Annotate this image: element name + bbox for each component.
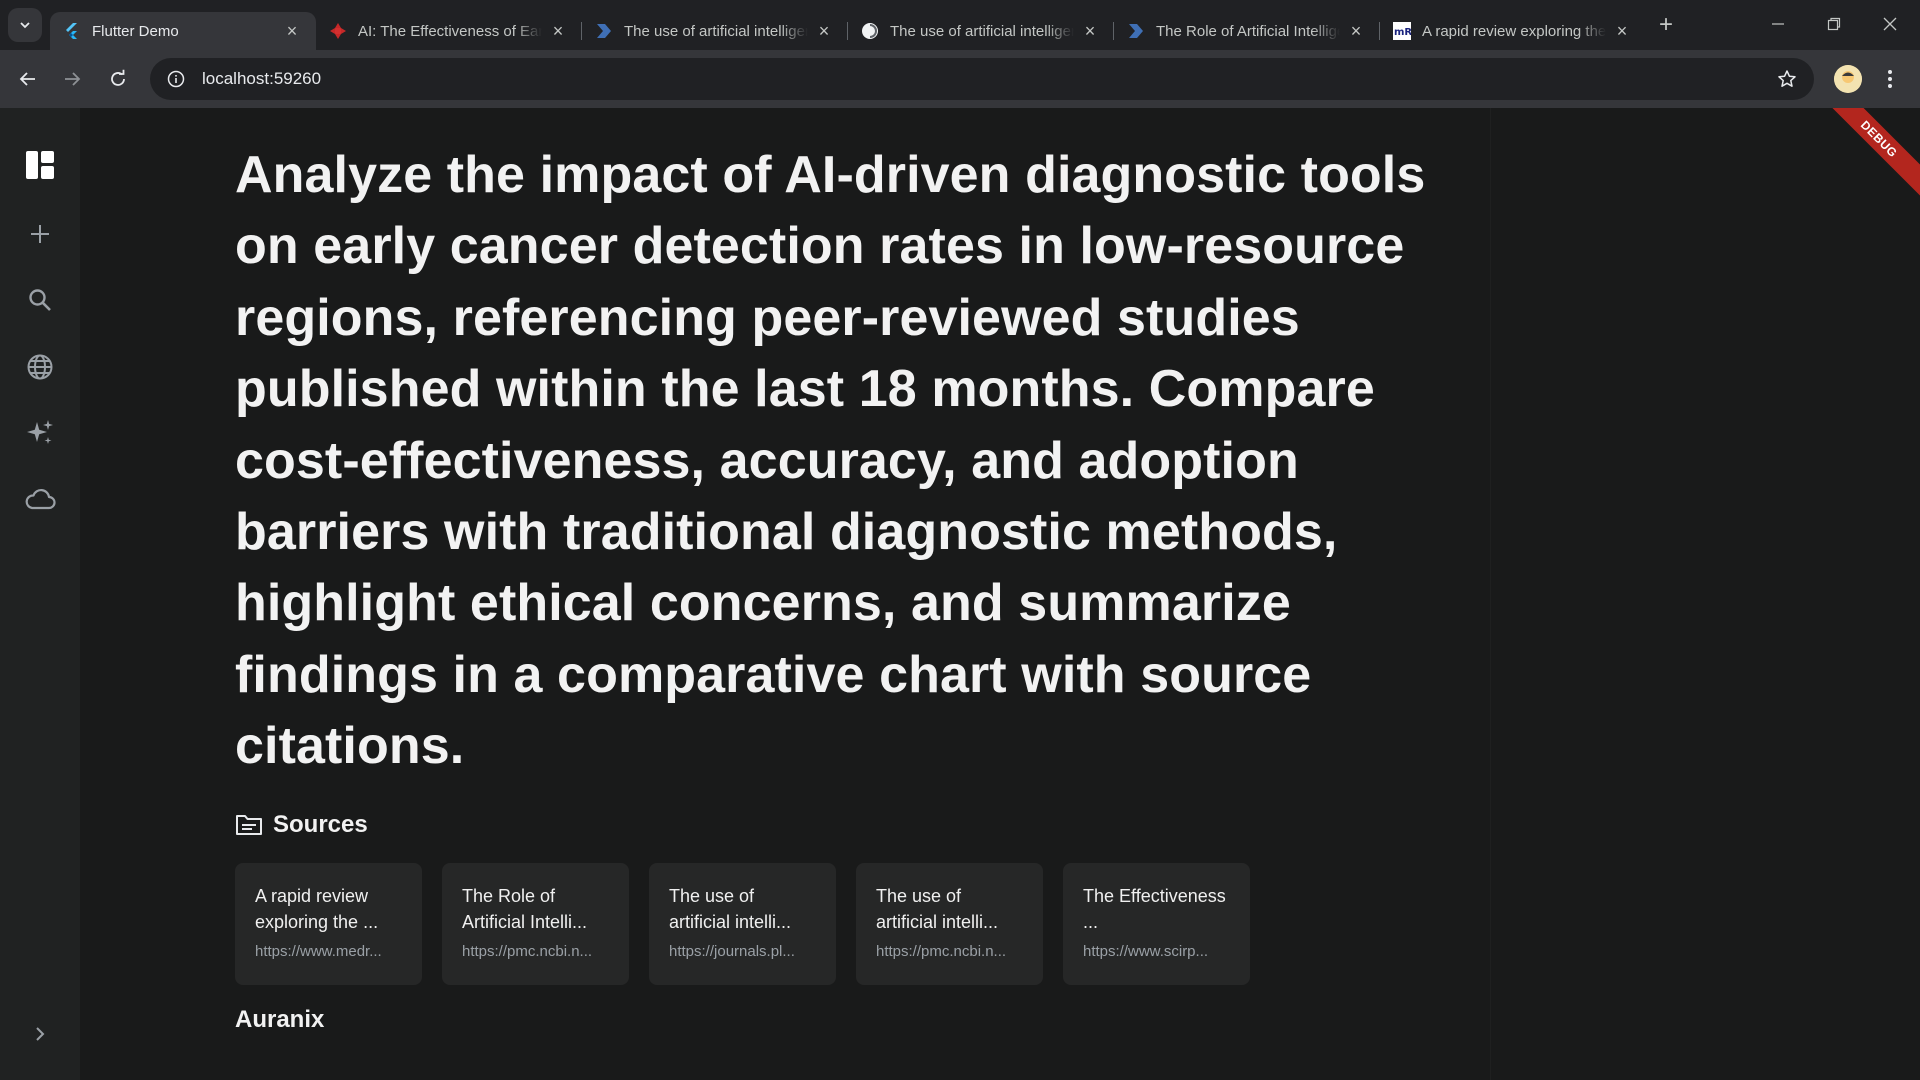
close-icon — [1883, 17, 1897, 31]
search-button[interactable] — [20, 280, 60, 320]
answer-title: Auranix — [235, 1006, 325, 1033]
browser-tab-strip: Flutter Demo × AI: The Effectiveness of … — [0, 0, 1920, 50]
source-card-title: The Effectiveness ... — [1083, 886, 1226, 932]
dashboard-button[interactable] — [20, 145, 60, 185]
tab-title: The Role of Artificial Intelligence — [1156, 22, 1340, 40]
close-icon[interactable]: × — [282, 21, 302, 41]
tab-journal-2[interactable]: The Role of Artificial Intelligence × — [1114, 12, 1380, 50]
content-divider — [1490, 108, 1491, 1080]
address-bar[interactable]: localhost:59260 — [150, 58, 1814, 100]
scirp-icon — [328, 21, 348, 41]
source-card-title: The use of artificial intelli... — [876, 886, 999, 932]
browser-menu-button[interactable] — [1876, 65, 1904, 93]
dashboard-icon — [26, 151, 54, 179]
arrow-left-icon — [19, 72, 35, 86]
ai-assist-button[interactable] — [20, 413, 60, 453]
medrxiv-icon: mR — [1392, 21, 1412, 41]
bookmark-star-icon[interactable] — [1770, 62, 1804, 96]
sources-label: Sources — [273, 811, 368, 838]
tab-medrxiv[interactable]: mR A rapid review exploring the × — [1380, 12, 1646, 50]
restore-button[interactable] — [1806, 6, 1862, 42]
journal-icon — [594, 21, 614, 41]
tab-journal-1[interactable]: The use of artificial intelligence × — [582, 12, 848, 50]
journal-icon — [1126, 21, 1146, 41]
close-window-button[interactable] — [1862, 6, 1918, 42]
reload-button[interactable] — [100, 61, 136, 97]
profile-avatar[interactable] — [1834, 65, 1862, 93]
restore-icon — [1827, 17, 1841, 31]
tab-pmc[interactable]: The use of artificial intelligence × — [848, 12, 1114, 50]
source-card-title: The use of artificial intelli... — [669, 886, 792, 932]
flutter-icon — [62, 21, 82, 41]
minimize-button[interactable] — [1750, 6, 1806, 42]
source-card[interactable]: The Effectiveness ... https://www.scirp.… — [1063, 863, 1250, 985]
source-card-url: https://pmc.ncbi.n... — [462, 943, 593, 960]
more-vert-icon — [1888, 70, 1892, 88]
tab-scirp[interactable]: AI: The Effectiveness of Early Cancer De… — [316, 12, 582, 50]
source-card[interactable]: The use of artificial intelli... https:/… — [649, 863, 836, 985]
pmc-icon — [860, 21, 880, 41]
tab-list: Flutter Demo × AI: The Effectiveness of … — [50, 6, 1646, 50]
site-info-icon[interactable] — [156, 59, 196, 99]
cloud-icon — [25, 489, 56, 510]
folder-icon — [236, 815, 262, 835]
tab-title: Flutter Demo — [92, 22, 179, 40]
app-sidebar — [0, 108, 80, 1080]
chevron-right-icon — [36, 1027, 45, 1041]
tab-flutter-demo[interactable]: Flutter Demo × — [50, 12, 316, 50]
close-icon[interactable]: × — [1612, 21, 1632, 41]
thread-view: Analyze the impact of AI-driven diagnost… — [80, 108, 1920, 1080]
new-tab-button[interactable]: + — [1652, 12, 1680, 40]
discover-button[interactable] — [20, 347, 60, 387]
close-icon[interactable]: × — [1346, 21, 1366, 41]
source-card[interactable]: The Role of Artificial Intelli... https:… — [442, 863, 629, 985]
query-heading: Analyze the impact of AI-driven diagnost… — [235, 146, 1426, 776]
source-card-title: The Role of Artificial Intelli... — [462, 886, 588, 932]
source-card-title: A rapid review exploring the ... — [255, 886, 379, 932]
close-icon[interactable]: × — [814, 21, 834, 41]
tab-title: A rapid review exploring the — [1422, 22, 1606, 40]
sparkles-icon — [27, 420, 53, 444]
chevron-down-icon — [20, 22, 30, 29]
tab-title: The use of artificial intelligence — [890, 22, 1074, 40]
plus-icon — [31, 225, 49, 243]
source-card-url: https://pmc.ncbi.n... — [876, 943, 1007, 960]
globe-icon — [27, 354, 53, 380]
expand-sidebar-button[interactable] — [20, 1014, 60, 1054]
url-text: localhost:59260 — [202, 69, 322, 88]
new-thread-button[interactable] — [20, 214, 60, 254]
reload-icon — [111, 69, 125, 86]
app-viewport: Analyze the impact of AI-driven diagnost… — [0, 108, 1920, 1080]
source-card[interactable]: A rapid review exploring the ... https:/… — [235, 863, 422, 985]
close-icon[interactable]: × — [548, 21, 568, 41]
source-card-list: A rapid review exploring the ... https:/… — [235, 863, 1250, 985]
source-card-url: https://www.medr... — [255, 943, 382, 960]
source-card-url: https://journals.pl... — [669, 943, 795, 960]
search-icon — [29, 289, 51, 311]
sources-header: Sources — [235, 808, 368, 842]
arrow-right-icon — [65, 72, 81, 86]
back-button[interactable] — [10, 61, 46, 97]
svg-text:mR: mR — [1394, 27, 1411, 38]
close-icon[interactable]: × — [1080, 21, 1100, 41]
minimize-icon — [1772, 23, 1784, 25]
tab-search-button[interactable] — [8, 8, 42, 42]
browser-toolbar: localhost:59260 — [0, 50, 1920, 108]
source-card[interactable]: The use of artificial intelli... https:/… — [856, 863, 1043, 985]
forward-button[interactable] — [54, 61, 90, 97]
cloud-button[interactable] — [20, 479, 60, 519]
tab-title: The use of artificial intelligence — [624, 22, 808, 40]
tab-title: AI: The Effectiveness of Early Cancer De… — [358, 22, 542, 40]
source-card-url: https://www.scirp... — [1083, 943, 1209, 960]
